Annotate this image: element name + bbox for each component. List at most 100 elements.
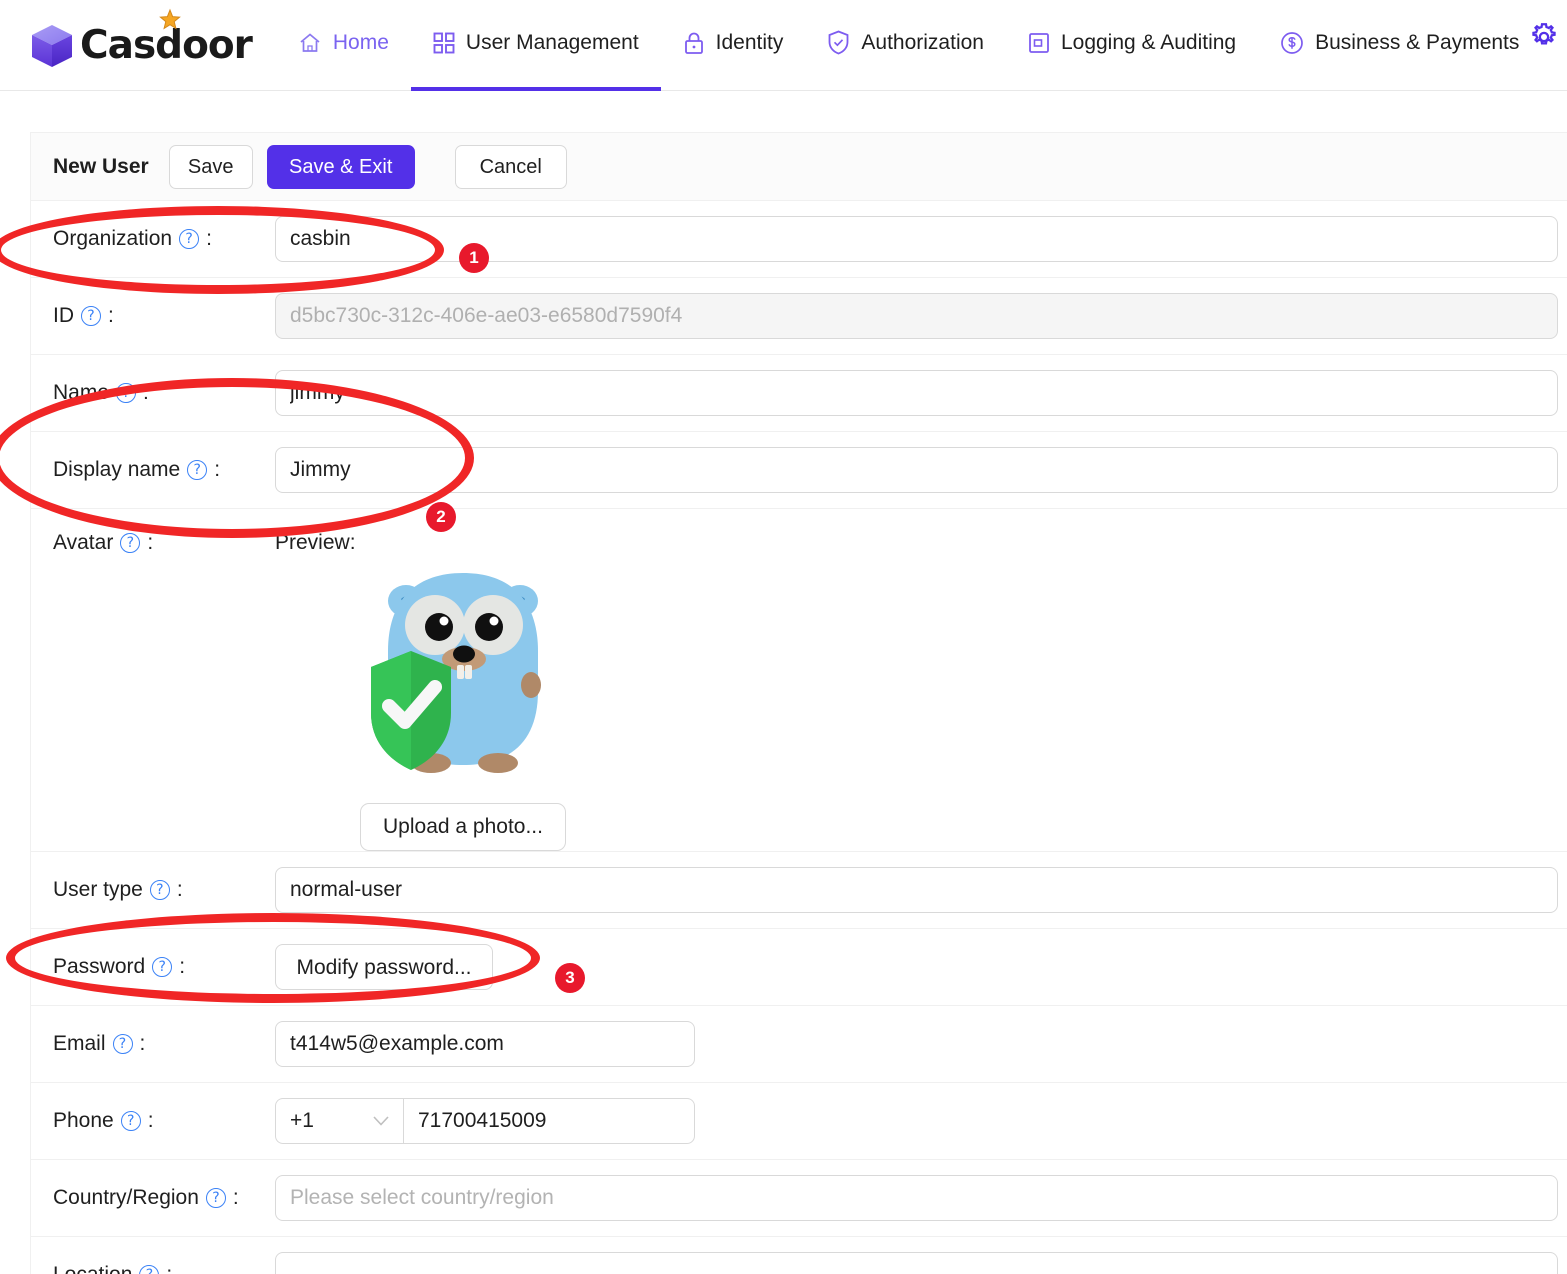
label-colon: :	[177, 878, 183, 902]
form-row-location: Location ? :	[31, 1237, 1567, 1274]
nav-item-user-management[interactable]: User Management	[411, 0, 661, 91]
label-colon: :	[140, 1032, 146, 1056]
cancel-button[interactable]: Cancel	[455, 145, 567, 189]
label-colon: :	[206, 227, 212, 251]
form-row-id: ID ? :	[31, 278, 1567, 355]
form-row-country-region: Country/Region ? :	[31, 1160, 1567, 1237]
phone-control: +1	[275, 1098, 1567, 1144]
gear-icon[interactable]	[1529, 22, 1559, 57]
grid-icon	[433, 32, 455, 54]
cube-logo-icon	[30, 23, 74, 69]
user-type-control	[275, 867, 1567, 913]
nav-item-authorization[interactable]: Authorization	[805, 0, 1006, 91]
password-label: Password ? :	[53, 955, 275, 979]
form-row-avatar: Avatar ? : Preview:	[31, 509, 1567, 852]
nav-item-identity-label: Identity	[716, 32, 784, 53]
email-control	[275, 1021, 1567, 1067]
country-region-select[interactable]	[275, 1175, 1558, 1221]
avatar-column: Upload a photo...	[353, 555, 573, 851]
log-panel-icon	[1028, 32, 1050, 54]
nav-item-authorization-label: Authorization	[861, 32, 984, 53]
id-input	[275, 293, 1558, 339]
form-row-name: Name ? :	[31, 355, 1567, 432]
id-label: ID ? :	[53, 304, 275, 328]
nav-item-business-payments[interactable]: Business & Payments	[1258, 0, 1541, 91]
new-user-card: New User Save Save & Exit Cancel Organiz…	[30, 132, 1567, 1274]
organization-label-text: Organization	[53, 227, 172, 251]
form-row-user-type: User type ? :	[31, 852, 1567, 929]
help-icon[interactable]: ?	[152, 957, 172, 977]
nav-item-business-payments-label: Business & Payments	[1315, 32, 1519, 53]
avatar-label-text: Avatar	[53, 531, 113, 555]
form-row-phone: Phone ? : +1	[31, 1083, 1567, 1160]
avatar-label: Avatar ? :	[53, 531, 275, 555]
help-icon[interactable]: ?	[206, 1188, 226, 1208]
name-label: Name ? :	[53, 381, 275, 405]
email-field[interactable]	[275, 1021, 695, 1067]
casdoor-gopher-avatar	[353, 563, 573, 793]
nav-item-logging-auditing[interactable]: Logging & Auditing	[1006, 0, 1258, 91]
dollar-circle-icon	[1280, 31, 1304, 55]
password-control: Modify password...	[275, 944, 1567, 990]
save-and-exit-button[interactable]: Save & Exit	[267, 145, 415, 189]
user-type-select[interactable]	[275, 867, 1558, 913]
display-name-label-text: Display name	[53, 458, 180, 482]
organization-input[interactable]	[275, 216, 1558, 262]
help-icon[interactable]: ?	[116, 383, 136, 403]
shield-check-icon	[827, 30, 850, 55]
label-colon: :	[147, 531, 153, 555]
page-title: New User	[53, 155, 149, 179]
phone-country-code-select[interactable]: +1	[275, 1098, 403, 1144]
country-region-label: Country/Region ? :	[53, 1186, 275, 1210]
label-colon: :	[214, 458, 220, 482]
nav-items: Home User Management Identity	[276, 0, 1542, 91]
nav-item-home[interactable]: Home	[276, 0, 411, 91]
email-label-text: Email	[53, 1032, 106, 1056]
form-row-password: Password ? : Modify password...	[31, 929, 1567, 1006]
location-input[interactable]	[275, 1252, 1558, 1274]
label-colon: :	[166, 1263, 172, 1274]
phone-number-input[interactable]	[403, 1098, 695, 1144]
top-navigation-bar: Casdoor Home User Manag	[0, 0, 1567, 91]
save-button[interactable]: Save	[169, 145, 253, 189]
help-icon[interactable]: ?	[113, 1034, 133, 1054]
nav-item-identity[interactable]: Identity	[661, 0, 806, 91]
label-colon: :	[148, 1109, 154, 1133]
label-colon: :	[233, 1186, 239, 1210]
name-input[interactable]	[275, 370, 1558, 416]
help-icon[interactable]: ?	[81, 306, 101, 326]
upload-photo-button[interactable]: Upload a photo...	[360, 803, 566, 851]
nav-item-logging-auditing-label: Logging & Auditing	[1061, 32, 1236, 53]
label-colon: :	[143, 381, 149, 405]
name-label-text: Name	[53, 381, 109, 405]
help-icon[interactable]: ?	[179, 229, 199, 249]
id-label-text: ID	[53, 304, 74, 328]
avatar-preview-block: Preview:	[275, 531, 573, 851]
password-label-text: Password	[53, 955, 145, 979]
name-control	[275, 370, 1567, 416]
help-icon[interactable]: ?	[121, 1111, 141, 1131]
display-name-input[interactable]	[275, 447, 1558, 493]
user-type-label: User type ? :	[53, 878, 275, 902]
brand-logo[interactable]: Casdoor	[30, 0, 252, 91]
help-icon[interactable]: ?	[120, 533, 140, 553]
avatar-preview-label: Preview:	[275, 531, 356, 555]
help-icon[interactable]: ?	[150, 880, 170, 900]
label-colon: :	[108, 304, 114, 328]
id-control	[275, 293, 1567, 339]
phone-label-text: Phone	[53, 1109, 114, 1133]
form-row-display-name: Display name ? :	[31, 432, 1567, 509]
nav-item-home-label: Home	[333, 32, 389, 53]
phone-country-code-value: +1	[290, 1109, 314, 1133]
help-icon[interactable]: ?	[139, 1265, 159, 1274]
star-icon	[158, 8, 182, 36]
form-row-email: Email ? :	[31, 1006, 1567, 1083]
phone-input-group: +1	[275, 1098, 695, 1144]
phone-label: Phone ? :	[53, 1109, 275, 1133]
country-region-label-text: Country/Region	[53, 1186, 199, 1210]
email-label: Email ? :	[53, 1032, 275, 1056]
country-region-control	[275, 1175, 1567, 1221]
help-icon[interactable]: ?	[187, 460, 207, 480]
avatar-control: Preview:	[275, 531, 1567, 851]
modify-password-button[interactable]: Modify password...	[275, 944, 493, 990]
